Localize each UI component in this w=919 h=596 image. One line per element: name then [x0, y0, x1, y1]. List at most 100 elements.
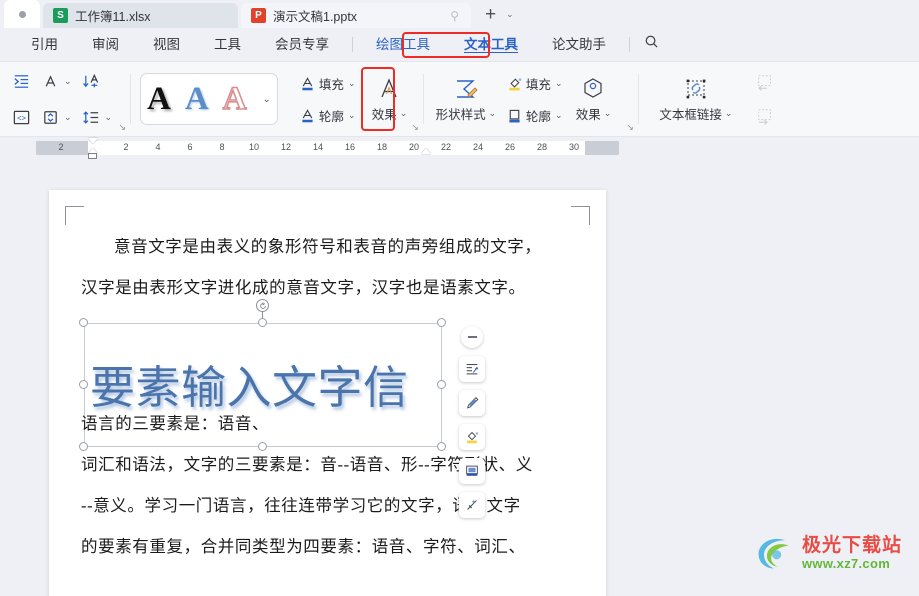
text-tools-highlight-box [402, 32, 490, 58]
menu-divider [629, 37, 630, 52]
document-canvas[interactable]: 意音文字是由表义的象形符号和表音的声旁组成的文字， 汉字是由表形文字进化成的意音… [0, 170, 919, 596]
document-paragraph-1[interactable]: 意音文字是由表义的象形符号和表音的声旁组成的文字， [81, 226, 581, 267]
excel-icon: S [53, 8, 68, 23]
home-dot-icon [18, 10, 26, 18]
document-paragraph-3[interactable]: 语言的三要素是：语音、 [81, 403, 581, 444]
document-page[interactable]: 意音文字是由表义的象形符号和表音的声旁组成的文字， 汉字是由表形文字进化成的意音… [49, 190, 606, 596]
resize-handle-tr[interactable] [437, 318, 446, 327]
chevron-down-icon[interactable]: ⌄ [506, 9, 514, 20]
shape-outline-label: 轮廓 [525, 109, 551, 124]
menu-item-member[interactable]: 会员专享 [258, 28, 346, 61]
chevron-down-icon[interactable]: ⌄ [64, 76, 72, 87]
shape-fill-button[interactable]: 填充 ⌄ [503, 71, 566, 95]
ruler-tick: 12 [280, 142, 292, 152]
document-paragraph-6[interactable]: 的要素有重复，合并同类型为四要素：语音、字符、词汇、 [81, 526, 581, 567]
change-case-icon[interactable]: ⌄ [38, 69, 75, 93]
shape-effects-button[interactable]: 效果 ⌄ [569, 76, 617, 123]
menu-item-tools[interactable]: 工具 [197, 28, 258, 61]
search-icon[interactable] [636, 28, 667, 61]
textbox-link-button[interactable]: 文本框链接 ⌄ [648, 76, 744, 123]
ruler-tick: 2 [123, 142, 129, 152]
chevron-down-icon[interactable]: ⌄ [725, 108, 733, 119]
document-tab-pptx[interactable]: P 演示文稿1.pptx ⚲ [241, 3, 471, 28]
document-paragraph-2[interactable]: 汉字是由表形文字进化成的意音文字，汉字也是语素文字。 [81, 267, 581, 308]
ruler-tick: 28 [536, 142, 548, 152]
chevron-down-icon[interactable]: ⌄ [555, 78, 563, 89]
wordart-style-black[interactable]: A [147, 82, 171, 116]
text-outline-button[interactable]: 轮廓 ⌄ [296, 103, 359, 127]
previous-textbox-icon [752, 70, 778, 94]
chevron-down-icon[interactable]: ⌄ [105, 112, 113, 123]
aurora-download-logo [758, 538, 789, 569]
ruler-tick: 10 [248, 142, 260, 152]
right-indent-marker[interactable] [421, 148, 431, 154]
shape-outline-button[interactable]: 轮廓 ⌄ [503, 103, 566, 127]
paragraph-dialog-launcher[interactable]: ↘ [118, 122, 126, 133]
chevron-down-icon[interactable]: ⌄ [604, 108, 612, 119]
menu-divider [352, 37, 353, 52]
menu-item-view[interactable]: 视图 [136, 28, 197, 61]
chevron-down-icon[interactable]: ⌄ [348, 110, 356, 121]
line-spacing-icon[interactable]: ⌄ [79, 105, 116, 129]
wordart-style-pink-outline[interactable]: A [222, 81, 247, 116]
menu-item-references[interactable]: 引用 [14, 28, 75, 61]
wordart-style-blue[interactable]: A [185, 82, 209, 116]
ribbon-group-textbox-link: 文本框链接 ⌄ [639, 63, 827, 135]
chevron-down-icon[interactable]: ⌄ [555, 110, 563, 121]
collapse-icon[interactable] [461, 326, 483, 348]
resize-handle-tl[interactable] [79, 318, 88, 327]
shape-styles-button[interactable]: 形状样式 ⌄ [433, 76, 499, 123]
fill-color-icon[interactable] [459, 424, 485, 450]
home-button[interactable] [4, 0, 40, 28]
sort-text-icon[interactable] [79, 69, 104, 93]
resize-handle-ml[interactable] [79, 380, 88, 389]
tab-bar-tools: + ⌄ [471, 5, 524, 28]
clear-format-icon[interactable] [459, 492, 485, 518]
text-fill-label: 填充 [318, 77, 344, 92]
ruler-tick: 18 [376, 142, 388, 152]
increase-indent-icon[interactable] [9, 69, 34, 93]
ruler-tick: 20 [408, 142, 420, 152]
first-line-indent-marker[interactable] [88, 138, 98, 144]
chevron-down-icon[interactable]: ⌄ [489, 108, 497, 119]
resize-handle-tc[interactable] [258, 318, 267, 327]
text-direction-icon[interactable]: <> [9, 105, 34, 129]
wordart-style-gallery[interactable]: A A A ⌄ [140, 73, 278, 125]
document-paragraph-4[interactable]: 词汇和语法，文字的三要素是：音--语音、形--字符形状、义 [81, 444, 581, 485]
new-tab-button[interactable]: + [485, 5, 496, 24]
text-effects-button[interactable]: 效果 ⌄ [366, 76, 412, 123]
document-tab-label: 演示文稿1.pptx [273, 10, 358, 24]
shape-effects-label: 效果 [575, 107, 601, 122]
ruler-tick: 26 [504, 142, 516, 152]
ruler-tick: 22 [440, 142, 452, 152]
document-paragraph-5[interactable]: --意义。学习一门语言，往往连带学习它的文字，语言文字 [81, 485, 581, 526]
screen-display-icon[interactable] [459, 458, 485, 484]
align-text-vertical-icon[interactable]: ⌄ [38, 105, 75, 129]
text-fill-button[interactable]: 填充 ⌄ [296, 71, 359, 95]
shape-dialog-launcher[interactable]: ↘ [626, 122, 634, 133]
margin-corner-top-left [65, 206, 84, 225]
watermark-text: 极光下载站 www.xz7.com [802, 536, 902, 570]
wordart-dialog-launcher[interactable]: ↘ [411, 122, 419, 133]
margin-corner-top-right [571, 206, 590, 225]
menu-item-thesis-helper[interactable]: 论文助手 [535, 28, 623, 61]
pin-icon[interactable]: ⚲ [450, 9, 459, 23]
format-brush-icon[interactable] [459, 390, 485, 416]
chevron-down-icon[interactable]: ⌄ [348, 78, 356, 89]
rotate-handle[interactable] [256, 299, 269, 312]
left-indent-marker[interactable] [88, 153, 97, 159]
watermark: 极光下载站 www.xz7.com [752, 533, 902, 573]
wordart-gallery-more-icon[interactable]: ⌄ [263, 94, 271, 105]
chevron-down-icon[interactable]: ⌄ [400, 108, 408, 119]
ribbon: ⌄ <> ⌄ ⌄ ↘ A A A ⌄ 填充 ⌄ 轮廓 ⌄ 效果 ⌄ ↘ 形状样式… [0, 62, 919, 137]
layout-options-icon[interactable] [459, 356, 485, 382]
shape-fill-label: 填充 [525, 77, 551, 92]
ruler-track[interactable]: 2 2 4 6 8 10 12 14 16 18 20 22 24 26 28 … [36, 141, 619, 155]
resize-handle-mr[interactable] [437, 380, 446, 389]
menu-item-review[interactable]: 审阅 [75, 28, 136, 61]
ribbon-group-paragraph: ⌄ <> ⌄ ⌄ ↘ [0, 63, 130, 135]
chevron-down-icon[interactable]: ⌄ [64, 112, 72, 123]
horizontal-ruler[interactable]: 2 2 4 6 8 10 12 14 16 18 20 22 24 26 28 … [0, 137, 919, 159]
document-tab-xlsx[interactable]: S 工作簿11.xlsx [43, 3, 238, 28]
textbox-link-label: 文本框链接 [659, 107, 722, 122]
